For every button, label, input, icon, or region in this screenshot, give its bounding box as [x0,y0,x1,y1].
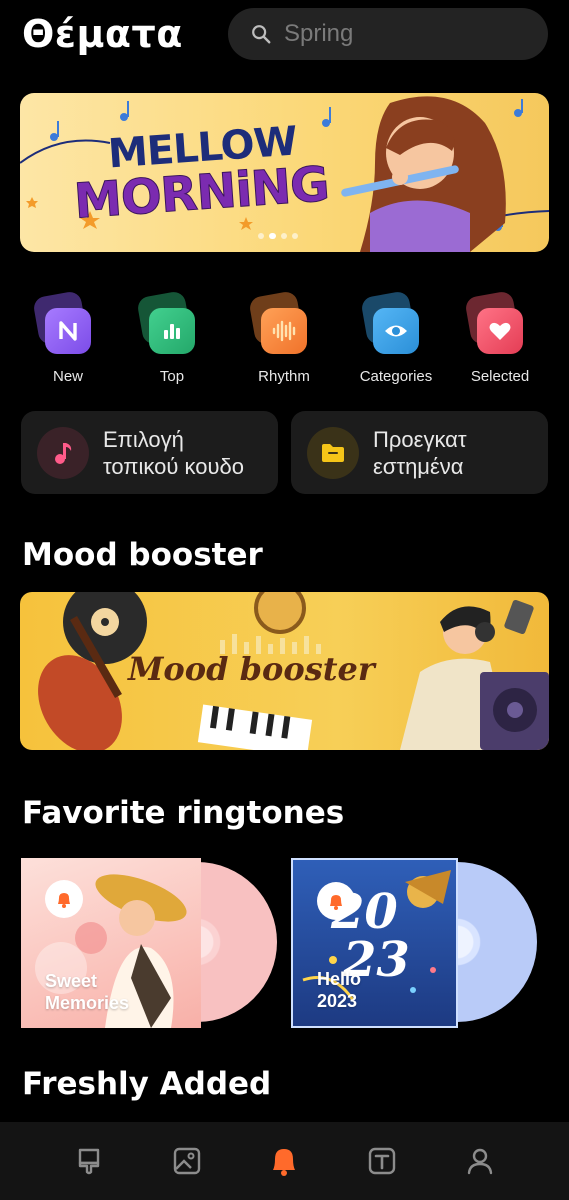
nav-wallpapers[interactable] [157,1131,217,1191]
chart-icon [149,308,195,354]
nav-fonts[interactable] [352,1131,412,1191]
bell-icon [273,1149,296,1176]
category-selected[interactable]: Selected [445,290,555,385]
girl-flute-illustration [341,96,506,252]
brush-icon [78,1148,100,1175]
waveform-icon [261,308,307,354]
eye-icon [373,308,419,354]
preinstalled-button[interactable]: Προεγκατ εστημένα [291,411,548,494]
search-icon [252,25,271,44]
bottom-nav [0,1122,569,1200]
wallpaper-icon [173,1147,200,1175]
folder-icon [307,426,359,479]
ringtone-card-sweet-memories[interactable]: Sweet Memories [21,858,277,1028]
carousel-dot-active [269,233,276,239]
category-label: Top [159,368,185,385]
nav-ringtones[interactable] [254,1131,314,1191]
mood-booster-banner[interactable]: Mood booster [20,592,549,750]
carousel-indicator [258,233,298,239]
search-placeholder: Spring [284,20,354,47]
mood-booster-banner-text: Mood booster [128,650,375,688]
profile-icon [467,1148,493,1175]
bell-icon [317,882,355,920]
font-icon [369,1147,396,1175]
local-ringtone-button[interactable]: Επιλογή τοπικού κουδο [21,411,278,494]
section-title-mood-booster: Mood booster [22,537,263,573]
category-label: Selected [470,368,530,385]
carousel-dot [258,233,264,239]
category-top[interactable]: Top [117,290,227,385]
hero-banner[interactable]: MELLOW MORNiNG [20,93,549,252]
nav-themes[interactable] [59,1131,119,1191]
album-cover: 20 23 Hello 2023 [291,858,458,1028]
carousel-dot [281,233,287,239]
category-new[interactable]: New [13,290,123,385]
local-ringtone-label: Επιλογή τοπικού κουδο [103,426,244,479]
new-icon [45,308,91,354]
search-bar[interactable]: Spring [228,8,548,60]
preinstalled-label: Προεγκατ εστημένα [373,426,467,479]
bell-icon [45,880,83,918]
section-title-favorite-ringtones: Favorite ringtones [22,795,345,831]
category-categories[interactable]: Categories [341,290,451,385]
heart-icon [477,308,523,354]
music-note-icon [37,426,89,479]
album-cover: Sweet Memories [21,858,201,1028]
ringtone-title: Sweet Memories [45,971,130,1013]
page-title: Θέματα [22,12,183,56]
category-label: Rhythm [258,368,310,385]
ringtone-title: Hello 2023 [317,969,362,1011]
section-title-freshly-added: Freshly Added [22,1066,272,1102]
header: Θέματα Spring [0,0,569,70]
category-rhythm[interactable]: Rhythm [229,290,339,385]
category-label: New [52,368,83,385]
ringtone-card-hello-2023[interactable]: 20 23 Hello 2023 [291,858,541,1028]
nav-profile[interactable] [450,1131,510,1191]
category-label: Categories [359,368,433,385]
carousel-dot [292,233,298,239]
